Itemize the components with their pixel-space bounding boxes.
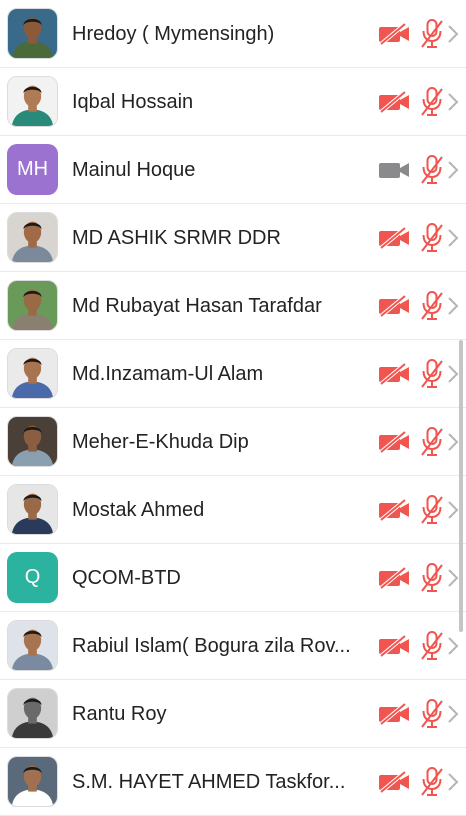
mic-off-icon[interactable]	[420, 767, 444, 797]
avatar	[7, 76, 58, 127]
participant-status-icons	[378, 680, 460, 748]
chevron-right-icon[interactable]	[446, 90, 460, 114]
participant-status-icons	[378, 0, 460, 68]
mic-off-icon[interactable]	[420, 699, 444, 729]
participant-row[interactable]: MD ASHIK SRMR DDR	[0, 204, 466, 272]
participant-row[interactable]: Md.Inzamam-Ul Alam	[0, 340, 466, 408]
participant-name: Rabiul Islam( Bogura zila Rov...	[72, 635, 351, 657]
mic-off-icon[interactable]	[420, 291, 444, 321]
participant-name: Md.Inzamam-Ul Alam	[72, 363, 264, 385]
participant-status-icons	[378, 748, 460, 816]
chevron-right-icon[interactable]	[446, 634, 460, 658]
avatar	[7, 756, 58, 807]
mic-off-icon[interactable]	[420, 19, 444, 49]
mic-off-icon[interactable]	[420, 223, 444, 253]
video-off-icon[interactable]	[378, 430, 410, 454]
mic-off-icon[interactable]	[420, 427, 444, 457]
chevron-right-icon[interactable]	[446, 702, 460, 726]
participant-name: QCOM-BTD	[72, 567, 181, 589]
participant-status-icons	[378, 612, 460, 680]
participant-row[interactable]: S.M. HAYET AHMED Taskfor...	[0, 748, 466, 816]
participant-status-icons	[378, 204, 460, 272]
participant-row[interactable]: Hredoy ( Mymensingh)	[0, 0, 466, 68]
participants-list: Hredoy ( Mymensingh) Iqbal Hossain MH Mainu…	[0, 0, 466, 816]
participant-status-icons	[378, 136, 460, 204]
video-off-icon[interactable]	[378, 362, 410, 386]
chevron-right-icon[interactable]	[446, 498, 460, 522]
participant-name: Md Rubayat Hasan Tarafdar	[72, 295, 322, 317]
video-off-icon[interactable]	[378, 226, 410, 250]
participant-status-icons	[378, 476, 460, 544]
chevron-right-icon[interactable]	[446, 226, 460, 250]
participant-row[interactable]: Meher-E-Khuda Dip	[0, 408, 466, 476]
participant-name: S.M. HAYET AHMED Taskfor...	[72, 771, 346, 793]
participant-row[interactable]: MH Mainul Hoque	[0, 136, 466, 204]
participant-status-icons	[378, 272, 460, 340]
participant-status-icons	[378, 544, 460, 612]
chevron-right-icon[interactable]	[446, 566, 460, 590]
avatar	[7, 348, 58, 399]
participant-status-icons	[378, 340, 460, 408]
avatar	[7, 212, 58, 263]
video-off-icon[interactable]	[378, 498, 410, 522]
video-icon[interactable]	[378, 159, 410, 181]
chevron-right-icon[interactable]	[446, 770, 460, 794]
mic-off-icon[interactable]	[420, 495, 444, 525]
video-off-icon[interactable]	[378, 770, 410, 794]
participant-row[interactable]: Mostak Ahmed	[0, 476, 466, 544]
mic-off-icon[interactable]	[420, 563, 444, 593]
avatar: MH	[7, 144, 58, 195]
chevron-right-icon[interactable]	[446, 22, 460, 46]
video-off-icon[interactable]	[378, 702, 410, 726]
avatar	[7, 8, 58, 59]
participant-name: Meher-E-Khuda Dip	[72, 431, 249, 453]
chevron-right-icon[interactable]	[446, 158, 460, 182]
participant-row[interactable]: Rabiul Islam( Bogura zila Rov...	[0, 612, 466, 680]
participant-row[interactable]: Rantu Roy	[0, 680, 466, 748]
video-off-icon[interactable]	[378, 90, 410, 114]
participant-name: Rantu Roy	[72, 703, 167, 725]
avatar: Q	[7, 552, 58, 603]
participant-name: Iqbal Hossain	[72, 91, 194, 113]
participant-name: Mostak Ahmed	[72, 499, 205, 521]
avatar	[7, 484, 58, 535]
participant-row[interactable]: Md Rubayat Hasan Tarafdar	[0, 272, 466, 340]
mic-off-icon[interactable]	[420, 631, 444, 661]
scrollbar[interactable]	[459, 340, 463, 632]
avatar	[7, 620, 58, 671]
participant-name: Hredoy ( Mymensingh)	[72, 23, 275, 45]
video-off-icon[interactable]	[378, 22, 410, 46]
participant-name: MD ASHIK SRMR DDR	[72, 227, 281, 249]
chevron-right-icon[interactable]	[446, 362, 460, 386]
mic-off-icon[interactable]	[420, 87, 444, 117]
participant-name: Mainul Hoque	[72, 159, 196, 181]
video-off-icon[interactable]	[378, 566, 410, 590]
participant-row[interactable]: Iqbal Hossain	[0, 68, 466, 136]
mic-off-icon[interactable]	[420, 359, 444, 389]
avatar	[7, 688, 58, 739]
participant-status-icons	[378, 68, 460, 136]
avatar	[7, 416, 58, 467]
video-off-icon[interactable]	[378, 634, 410, 658]
chevron-right-icon[interactable]	[446, 294, 460, 318]
participant-row[interactable]: Q QCOM-BTD	[0, 544, 466, 612]
chevron-right-icon[interactable]	[446, 430, 460, 454]
participant-status-icons	[378, 408, 460, 476]
mic-off-icon[interactable]	[420, 155, 444, 185]
video-off-icon[interactable]	[378, 294, 410, 318]
avatar	[7, 280, 58, 331]
